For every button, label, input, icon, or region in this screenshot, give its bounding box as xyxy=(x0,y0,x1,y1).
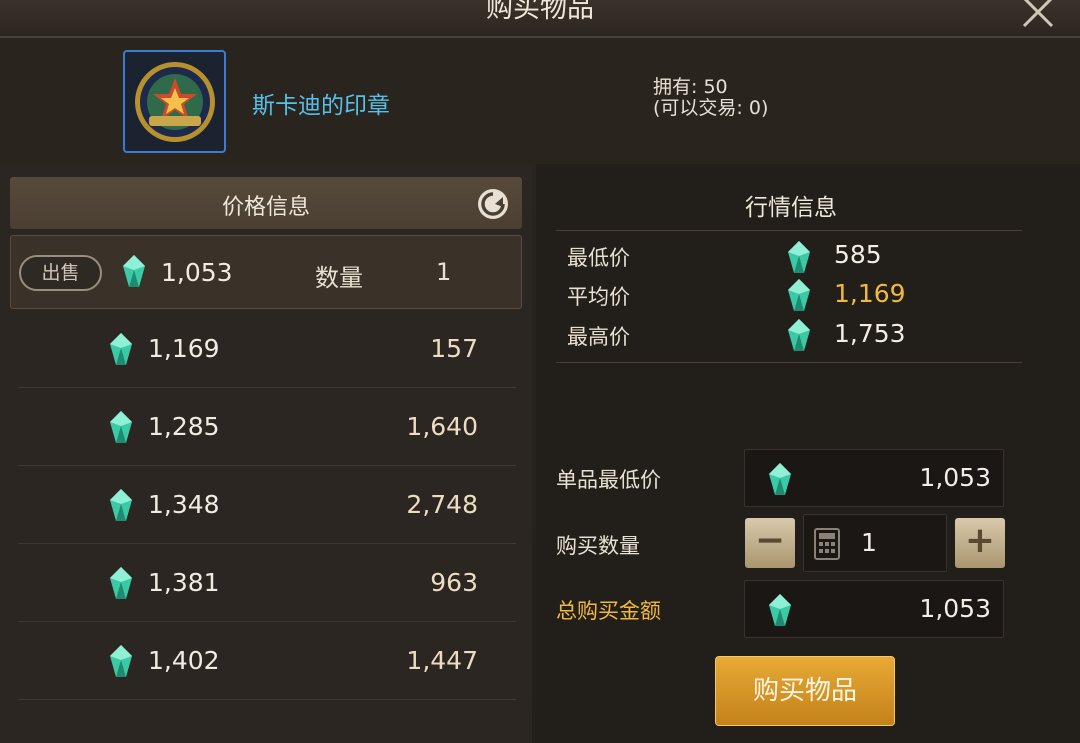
gem-icon xyxy=(788,279,810,311)
avg-price-value: 1,169 xyxy=(834,279,906,308)
quantity-value: 1 xyxy=(436,258,452,286)
avg-price-label: 平均价 xyxy=(567,285,630,309)
calculator-icon[interactable] xyxy=(814,528,840,560)
min-price-value: 585 xyxy=(834,240,882,269)
sell-badge: 出售 xyxy=(19,255,102,291)
quantity-input[interactable]: 1 xyxy=(803,514,947,572)
quantity-value: 1 xyxy=(861,528,877,557)
listing-quantity: 2,748 xyxy=(406,490,478,519)
unit-min-price-field: 1,053 xyxy=(744,449,1004,507)
gem-icon xyxy=(123,255,145,287)
max-price-value: 1,753 xyxy=(834,319,906,348)
listing-quantity: 157 xyxy=(430,334,478,363)
min-price-label: 最低价 xyxy=(567,246,630,270)
listing-quantity: 1,640 xyxy=(406,412,478,441)
listing-row[interactable]: 1,348 2,748 xyxy=(18,466,516,544)
gem-icon xyxy=(110,567,132,599)
max-price-label: 最高价 xyxy=(567,325,630,349)
listing-quantity: 963 xyxy=(430,568,478,597)
gem-icon xyxy=(110,489,132,521)
gem-icon xyxy=(788,241,810,273)
gem-icon xyxy=(769,463,791,495)
gem-icon xyxy=(110,645,132,677)
selected-sell-row[interactable]: 出售 1,053 数量 1 xyxy=(10,235,522,309)
owned-info: 拥有: 50 (可以交易: 0) xyxy=(653,77,768,119)
sell-price: 1,053 xyxy=(161,258,233,287)
close-icon[interactable] xyxy=(1020,0,1056,30)
price-panel-header: 价格信息 xyxy=(10,177,522,229)
gem-icon xyxy=(788,319,810,351)
gem-icon xyxy=(769,594,791,626)
listing-price: 1,348 xyxy=(148,490,220,519)
listing-row[interactable]: 1,169 157 xyxy=(18,310,516,388)
listing-quantity: 1,447 xyxy=(406,646,478,675)
quantity-label: 数量 xyxy=(315,264,363,292)
owned-count: 拥有: 50 xyxy=(653,76,728,98)
total-amount-value: 1,053 xyxy=(919,594,991,623)
quantity-label: 购买数量 xyxy=(556,534,640,558)
gem-icon xyxy=(110,333,132,365)
unit-min-price-value: 1,053 xyxy=(919,463,991,492)
listing-price: 1,402 xyxy=(148,646,220,675)
dialog-title: 购买物品 xyxy=(486,0,594,24)
market-panel-title: 行情信息 xyxy=(745,195,837,221)
listing-price: 1,285 xyxy=(148,412,220,441)
listing-price: 1,169 xyxy=(148,334,220,363)
price-panel-title: 价格信息 xyxy=(221,195,310,220)
gem-icon xyxy=(110,411,132,443)
dialog-titlebar: 购买物品 xyxy=(0,0,1080,38)
divider xyxy=(556,362,1022,363)
unit-min-price-label: 单品最低价 xyxy=(556,468,661,492)
refresh-icon[interactable] xyxy=(476,187,510,221)
tradable-count: (可以交易: 0) xyxy=(653,97,769,119)
total-amount-label: 总购买金额 xyxy=(556,599,661,623)
listing-row[interactable]: 1,402 1,447 xyxy=(18,622,516,700)
item-name: 斯卡迪的印章 xyxy=(252,93,390,119)
item-icon-frame[interactable] xyxy=(123,50,226,153)
decrease-quantity-button[interactable]: − xyxy=(745,518,795,568)
buy-item-dialog: 购买物品 斯卡迪的印章 拥有: 50 (可以交易: 0) 价格信息 出售 1,0… xyxy=(0,0,1080,743)
total-amount-field: 1,053 xyxy=(744,580,1004,638)
seal-icon xyxy=(134,61,215,142)
divider xyxy=(556,230,1022,231)
listing-row[interactable]: 1,285 1,640 xyxy=(18,388,516,466)
buy-item-button[interactable]: 购买物品 xyxy=(715,656,895,726)
listing-row[interactable]: 1,381 963 xyxy=(18,544,516,622)
increase-quantity-button[interactable]: + xyxy=(955,518,1005,568)
listing-price: 1,381 xyxy=(148,568,220,597)
